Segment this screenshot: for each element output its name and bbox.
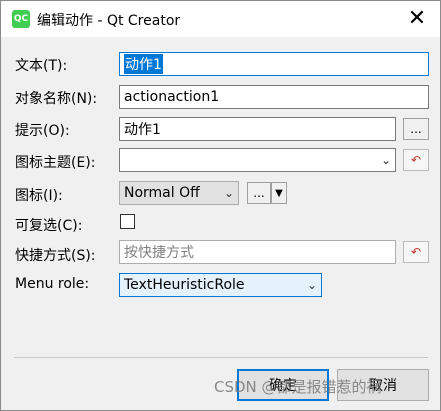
icon-menu-dropdown-button[interactable]: ▼ — [271, 182, 287, 204]
shortcut-label: 快捷方式(S): — [15, 248, 96, 264]
chevron-down-icon: ⌄ — [223, 186, 234, 200]
tooltip-browse-button[interactable]: ... — [403, 118, 429, 140]
edit-action-dialog: QC 编辑动作 - Qt Creator ✕ 文本(T): 动作1 对象名称(N… — [0, 0, 441, 411]
object-name-value: actionaction1 — [124, 89, 220, 105]
chevron-down-icon: ⌄ — [306, 278, 317, 292]
icon-theme-label: 图标主题(E): — [15, 155, 96, 171]
reset-icon: ↶ — [410, 245, 422, 259]
chevron-down-icon: ⌄ — [380, 153, 391, 167]
text-input-value: 动作1 — [124, 54, 163, 74]
menu-role-combobox[interactable]: TextHeuristicRole ⌄ — [119, 273, 322, 297]
checkable-checkbox[interactable] — [120, 214, 135, 229]
tooltip-input[interactable]: 动作1 — [119, 117, 396, 141]
ellipsis-icon: ... — [410, 122, 422, 136]
object-name-input[interactable]: actionaction1 — [119, 85, 429, 109]
reset-icon: ↶ — [410, 153, 422, 167]
triangle-down-icon: ▼ — [275, 187, 283, 199]
icon-mode-combobox[interactable]: Normal Off ⌄ — [119, 181, 239, 205]
menu-role-label: Menu role: — [15, 276, 90, 292]
close-button[interactable]: ✕ — [394, 1, 440, 37]
button-divider — [14, 357, 428, 358]
csdn-watermark: CSDN @都是报错惹的祸 — [214, 378, 382, 396]
icon-browse-button[interactable]: ... — [247, 182, 271, 204]
shortcut-reset-button[interactable]: ↶ — [403, 241, 429, 263]
ellipsis-icon: ... — [253, 186, 265, 200]
qt-creator-app-icon: QC — [12, 10, 30, 28]
tooltip-value: 动作1 — [124, 122, 161, 138]
shortcut-placeholder: 按快捷方式 — [124, 245, 194, 261]
text-label: 文本(T): — [15, 58, 68, 74]
shortcut-input[interactable]: 按快捷方式 — [119, 240, 396, 264]
icon-theme-reset-button[interactable]: ↶ — [403, 149, 429, 171]
tooltip-label: 提示(O): — [15, 123, 70, 139]
checkable-label: 可复选(C): — [15, 218, 83, 234]
close-icon: ✕ — [407, 6, 427, 31]
title-bar: QC 编辑动作 - Qt Creator ✕ — [1, 1, 440, 37]
menu-role-value: TextHeuristicRole — [124, 277, 245, 293]
icon-theme-combobox[interactable]: ⌄ — [119, 148, 396, 172]
window-title: 编辑动作 - Qt Creator — [37, 13, 181, 29]
icon-label: 图标(I): — [15, 188, 63, 204]
object-name-label: 对象名称(N): — [15, 91, 98, 107]
icon-mode-value: Normal Off — [124, 185, 200, 201]
text-input[interactable]: 动作1 — [119, 52, 429, 76]
